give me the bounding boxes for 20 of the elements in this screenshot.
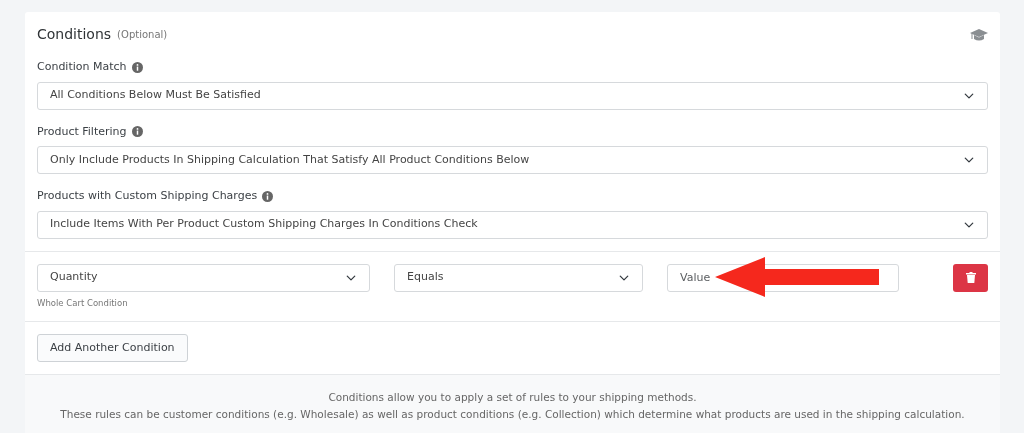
field-label: Product Filtering xyxy=(37,123,127,140)
info-icon xyxy=(131,126,143,138)
add-condition-button[interactable]: Add Another Condition xyxy=(37,334,188,363)
help-text: Whole Cart Condition xyxy=(37,296,129,310)
graduation-cap-icon xyxy=(970,27,988,42)
info-text: Conditions allow you to apply a set of rules to your shipping methods. xyxy=(327,390,698,406)
info-text: These rules can be customer conditions (e.g. Wholesale) as well as product conditions (e.g. Collection) which determine what products are used in the shipping calculation. xyxy=(59,407,966,423)
field-label: Condition Match xyxy=(37,59,127,75)
optional-note: (Optional) xyxy=(117,28,168,42)
field-label: Products with Custom Shipping Charges xyxy=(37,188,258,204)
operator-dropdown[interactable]: Equals xyxy=(394,263,643,292)
section-title: Conditions xyxy=(37,25,112,44)
condition-type-dropdown[interactable]: Quantity xyxy=(37,263,370,292)
trash-icon xyxy=(965,272,976,283)
info-icon xyxy=(131,61,143,73)
dropdown[interactable]: All Conditions Below Must Be Satisfied xyxy=(37,81,988,110)
info-icon xyxy=(262,190,274,202)
dropdown[interactable]: Only Include Products In Shipping Calculation That Satisfy All Product Conditions Below xyxy=(37,146,988,174)
delete-button[interactable] xyxy=(953,263,988,292)
dropdown[interactable]: Include Items With Per Product Custom Shipping Charges In Conditions Check xyxy=(37,210,988,239)
